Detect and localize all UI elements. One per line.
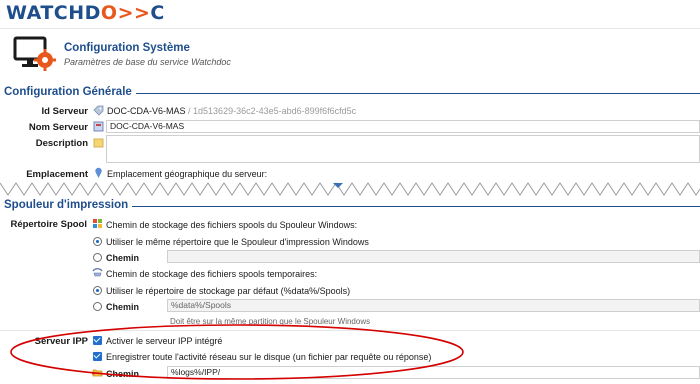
- windows-spool-heading: Chemin de stockage des fichiers spools d…: [106, 220, 358, 230]
- windows-logo-icon: [93, 219, 102, 228]
- logo-text-accent: O>>: [100, 2, 151, 24]
- id-server-value: DOC-CDA-V6-MAS / 1d513629-36c2-43e5-abd6…: [107, 106, 357, 116]
- temp-spool-heading: Chemin de stockage des fichiers spools t…: [106, 269, 318, 279]
- spool-directory-label: Répertoire Spool: [10, 219, 87, 230]
- top-bar: WATCHDO>>C: [0, 0, 700, 26]
- temp-spool-path-input[interactable]: %data%/Spools: [167, 299, 700, 312]
- page-header: Configuration Système Paramètres de base…: [0, 28, 700, 76]
- page-title: Configuration Système: [64, 42, 190, 54]
- radio-temp-custom-path[interactable]: [93, 302, 102, 311]
- location-label: Emplacement: [26, 169, 88, 180]
- description-label: Description: [35, 138, 88, 149]
- page-subtitle: Paramètres de base du service Watchdoc: [64, 57, 231, 67]
- description-textarea[interactable]: [106, 135, 700, 163]
- screenshot-cut-marker: [0, 182, 700, 196]
- radio-windows-custom-path-label: Chemin: [106, 253, 140, 263]
- server-name-input[interactable]: DOC-CDA-V6-MAS: [106, 120, 700, 133]
- temp-folder-icon: [92, 268, 103, 277]
- radio-temp-default-dir[interactable]: [93, 286, 102, 295]
- server-name-icon: [93, 121, 104, 132]
- highlight-ellipse: [10, 324, 464, 380]
- radio-windows-same-dir[interactable]: [93, 237, 102, 246]
- radio-windows-same-dir-label: Utiliser le même répertoire que le Spoul…: [106, 237, 369, 247]
- monitor-gear-icon: [13, 36, 56, 71]
- note-icon: [93, 138, 104, 148]
- logo-text-main: WATCHD: [6, 2, 101, 24]
- name-server-label: Nom Serveur: [28, 122, 88, 133]
- radio-temp-default-dir-label: Utiliser le répertoire de stockage par d…: [106, 286, 351, 296]
- radio-windows-custom-path[interactable]: [93, 253, 102, 262]
- logo-text-end: C: [150, 2, 165, 24]
- location-hint: Emplacement géographique du serveur:: [107, 169, 268, 179]
- id-server-label: Id Serveur: [41, 106, 88, 117]
- section-title-spooler: Spouleur d'impression: [4, 199, 133, 211]
- radio-temp-custom-path-label: Chemin: [106, 302, 140, 312]
- location-pin-icon: [95, 167, 102, 178]
- section-title-general: Configuration Générale: [4, 86, 136, 98]
- watchdoc-logo[interactable]: WATCHDO>>C: [6, 2, 165, 24]
- tag-icon: [93, 105, 104, 116]
- windows-spool-path-input[interactable]: [167, 250, 700, 263]
